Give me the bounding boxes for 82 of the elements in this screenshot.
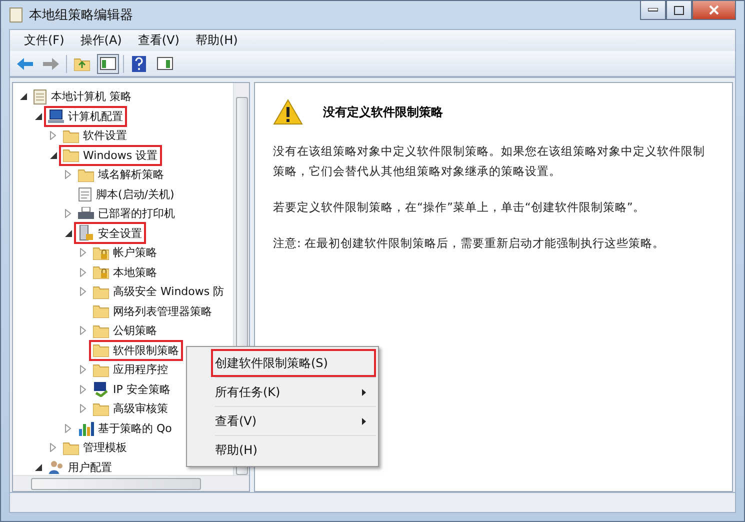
- script-icon: [78, 186, 92, 202]
- tree-item[interactable]: 用户配置: [44, 456, 116, 475]
- app-icon: [9, 7, 23, 23]
- server-lock-icon: [78, 225, 94, 242]
- tree-item[interactable]: 本地策略: [89, 262, 161, 283]
- detail-paragraph: 没有在该组策略对象中定义软件限制策略。如果您在该组策略对象中定义软件限制策略，它们会替代从其他组策略对象继承的策略设置。: [273, 143, 706, 180]
- context-menu-item[interactable]: 帮助(H): [211, 436, 376, 464]
- folder-icon: [63, 440, 79, 455]
- menu-item[interactable]: 操作(A): [74, 30, 128, 51]
- tree-item[interactable]: 已部署的打印机: [74, 203, 179, 224]
- computer-icon: [48, 108, 64, 124]
- folder-icon: [93, 343, 109, 358]
- tree-item[interactable]: 脚本(启动/关机): [74, 184, 178, 205]
- folder-icon: [63, 128, 79, 143]
- submenu-arrow-icon: [362, 418, 366, 424]
- context-menu-item[interactable]: 所有任务(K): [211, 378, 376, 406]
- expand-triangle-icon[interactable]: [80, 248, 86, 258]
- maximize-button[interactable]: [666, 1, 692, 20]
- menu-item[interactable]: 文件(F): [18, 30, 70, 51]
- minimize-button[interactable]: [640, 1, 666, 20]
- folder-icon: [93, 362, 109, 377]
- expand-triangle-icon[interactable]: [65, 209, 71, 218]
- maximize-icon: [674, 6, 684, 14]
- tree-item[interactable]: 计算机配置: [44, 106, 127, 127]
- collapse-triangle-icon[interactable]: [20, 93, 26, 100]
- show-tree-button[interactable]: [97, 54, 119, 74]
- tree-item[interactable]: IP 安全策略: [89, 378, 174, 400]
- expand-triangle-icon[interactable]: [50, 131, 56, 140]
- context-menu-item[interactable]: 创建软件限制策略(S): [211, 349, 376, 377]
- minimize-icon: [648, 8, 658, 12]
- locked-folder-icon: [93, 265, 109, 280]
- tree-item[interactable]: 本地计算机 策略: [29, 86, 136, 108]
- expand-triangle-icon[interactable]: [65, 170, 71, 180]
- expand-triangle-icon[interactable]: [65, 424, 71, 433]
- tree-item[interactable]: 域名解析策略: [74, 164, 168, 186]
- tree-item[interactable]: 高级审核策: [89, 398, 172, 420]
- menu-item[interactable]: 查看(V): [132, 30, 186, 51]
- tree-item[interactable]: Windows 设置: [59, 144, 162, 166]
- expand-triangle-icon[interactable]: [80, 384, 86, 394]
- submenu-arrow-icon: [362, 388, 366, 396]
- folder-icon: [93, 304, 109, 318]
- collapse-triangle-icon[interactable]: [34, 112, 42, 120]
- tree-item[interactable]: 公钥策略: [89, 320, 161, 342]
- tree-item[interactable]: 管理模板: [59, 437, 131, 458]
- expand-triangle-icon[interactable]: [80, 365, 86, 374]
- close-icon: [709, 5, 719, 15]
- detail-title: 没有定义软件限制策略: [323, 104, 443, 120]
- expand-triangle-icon[interactable]: [50, 443, 56, 452]
- tree-item[interactable]: 网络列表管理器策略: [89, 300, 216, 322]
- expand-triangle-icon[interactable]: [80, 268, 86, 277]
- tree-item[interactable]: 应用程序控: [89, 359, 172, 380]
- collapse-triangle-icon[interactable]: [34, 464, 42, 471]
- locked-folder-icon: [93, 246, 109, 260]
- horizontal-scrollbar[interactable]: [13, 475, 249, 491]
- tree-item[interactable]: 高级安全 Windows 防: [89, 281, 228, 302]
- tree-item[interactable]: 基于策略的 Qo: [74, 418, 176, 439]
- folder-icon: [93, 284, 109, 299]
- monitor-shield-icon: [93, 381, 109, 398]
- detail-paragraph: 注意: 在最初创建软件限制策略后，需要重新启动才能强制执行这些策略。: [273, 235, 666, 252]
- users-icon: [48, 460, 64, 475]
- tree-item[interactable]: 安全设置: [74, 222, 146, 244]
- folder-icon: [93, 402, 109, 416]
- tree-item[interactable]: 软件限制策略: [89, 340, 183, 361]
- expand-triangle-icon[interactable]: [80, 326, 86, 336]
- folder-icon: [63, 148, 79, 162]
- warning-icon: [273, 99, 303, 125]
- menu-item[interactable]: 帮助(H): [189, 30, 244, 51]
- window-title: 本地组策略编辑器: [29, 7, 133, 24]
- expand-triangle-icon[interactable]: [80, 404, 86, 414]
- collapse-triangle-icon[interactable]: [64, 230, 72, 237]
- tree-item[interactable]: 帐户策略: [89, 242, 161, 264]
- folder-icon: [93, 324, 109, 338]
- printer-icon: [78, 206, 94, 221]
- context-menu-item[interactable]: 查看(V): [211, 407, 376, 435]
- bar-chart-icon: [78, 420, 94, 436]
- tree-item[interactable]: 软件设置: [59, 125, 131, 146]
- detail-paragraph: 若要定义软件限制策略，在“操作”菜单上，单击“创建软件限制策略”。: [273, 199, 646, 216]
- folder-icon: [78, 168, 94, 182]
- close-button[interactable]: [692, 1, 736, 20]
- scroll-document-icon: [33, 88, 47, 105]
- collapse-triangle-icon[interactable]: [50, 152, 56, 159]
- expand-triangle-icon[interactable]: [80, 287, 86, 296]
